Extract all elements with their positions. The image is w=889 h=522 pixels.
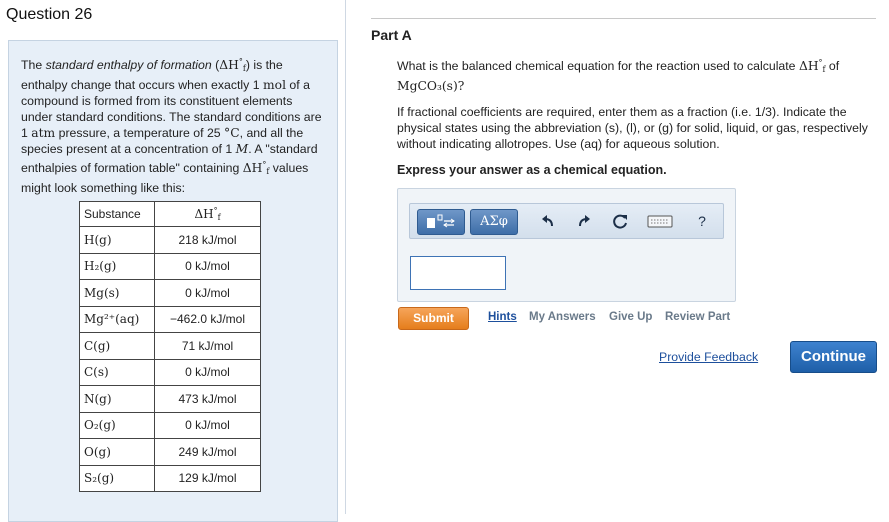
intro-text-1: The <box>21 58 46 72</box>
reset-icon <box>613 214 627 229</box>
question-text: What is the balanced chemical equation f… <box>397 59 799 73</box>
substance-cell: N(g) <box>79 385 155 413</box>
part-question: What is the balanced chemical equation f… <box>397 55 877 94</box>
mol-unit: mol <box>263 78 286 92</box>
question-compound: MgCO₃(s)? <box>397 79 465 93</box>
substance-cell: C(s) <box>79 358 155 386</box>
table-row: S₂(g) 129 kJ/mol <box>79 464 261 492</box>
table-row: N(g) 473 kJ/mol <box>79 385 261 413</box>
table-row: H₂(g) 0 kJ/mol <box>79 252 261 280</box>
redo-icon <box>579 215 590 227</box>
part-instructions: If fractional coefficients are required,… <box>397 105 868 151</box>
value-cell: 0 kJ/mol <box>154 252 261 280</box>
header-delta-h-text: ΔH <box>194 207 214 221</box>
question-title: Question 26 <box>6 6 93 23</box>
delta-h-text: ΔH <box>219 58 239 72</box>
problem-intro-panel: The standard enthalpy of formation (ΔH°f… <box>8 40 338 522</box>
answer-input[interactable] <box>410 256 506 290</box>
table-row: C(g) 71 kJ/mol <box>79 332 261 360</box>
templates-button[interactable] <box>417 209 465 235</box>
value-cell: 473 kJ/mol <box>154 385 261 413</box>
substance-cell: O(g) <box>79 438 155 466</box>
hints-link[interactable]: Hints <box>488 311 517 323</box>
table-row: H(g) 218 kJ/mol <box>79 226 261 254</box>
question-delta-h: ΔH°f <box>798 58 826 74</box>
substance-cell: H₂(g) <box>79 252 155 280</box>
delta-h-symbol-2: ΔH°f <box>242 160 270 176</box>
intro-text-5: pressure, a temperature of 25 <box>55 126 225 140</box>
value-cell: 0 kJ/mol <box>154 411 261 439</box>
table-header-row: Substance ΔH°f <box>79 201 261 227</box>
greek-symbols-button[interactable]: ΑΣφ <box>470 209 518 235</box>
answer-area: ΑΣφ ? <box>397 188 736 302</box>
header-substance: Substance <box>79 201 155 227</box>
part-separator <box>371 18 876 19</box>
equation-toolbar: ΑΣφ ? <box>409 203 724 239</box>
table-row: Mg(s) 0 kJ/mol <box>79 279 261 307</box>
substance-cell: O₂(g) <box>79 411 155 439</box>
panel-divider <box>345 0 346 514</box>
question-delta-text: ΔH <box>798 59 819 73</box>
value-cell: 249 kJ/mol <box>154 438 261 466</box>
substance-cell: C(g) <box>79 332 155 360</box>
give-up-link[interactable]: Give Up <box>609 311 652 323</box>
substance-cell: H(g) <box>79 226 155 254</box>
header-delta-h: ΔH°f <box>154 201 261 227</box>
molarity-unit: M <box>235 142 249 156</box>
continue-button[interactable]: Continue <box>790 341 877 373</box>
enthalpy-table: Substance ΔH°f H(g) 218 kJ/mol H₂(g) 0 kJ/… <box>79 201 261 492</box>
express-instruction: Express your answer as a chemical equati… <box>397 163 667 177</box>
part-title: Part A <box>371 27 412 43</box>
my-answers-link[interactable]: My Answers <box>529 311 596 323</box>
table-row: O(g) 249 kJ/mol <box>79 438 261 466</box>
submit-button[interactable]: Submit <box>398 307 469 330</box>
value-cell: 0 kJ/mol <box>154 279 261 307</box>
intro-text: The standard enthalpy of formation (ΔH°f… <box>21 54 327 196</box>
reset-button[interactable] <box>609 209 631 233</box>
undo-button[interactable] <box>537 209 559 233</box>
help-button[interactable]: ? <box>691 209 713 233</box>
delta-h-symbol: ΔH°f <box>219 57 246 73</box>
intro-term: standard enthalpy of formation <box>45 58 212 72</box>
value-cell: 71 kJ/mol <box>154 332 261 360</box>
keyboard-icon <box>647 215 673 228</box>
table-row: Mg²⁺(aq) −462.0 kJ/mol <box>79 305 261 333</box>
keyboard-button[interactable] <box>645 209 675 233</box>
substance-cell: Mg²⁺(aq) <box>79 305 155 333</box>
header-f: f <box>217 213 221 222</box>
value-cell: 0 kJ/mol <box>154 358 261 386</box>
substance-cell: Mg(s) <box>79 279 155 307</box>
value-cell: −462.0 kJ/mol <box>154 305 261 333</box>
table-row: O₂(g) 0 kJ/mol <box>79 411 261 439</box>
redo-button[interactable] <box>573 209 595 233</box>
value-cell: 218 kJ/mol <box>154 226 261 254</box>
value-cell: 129 kJ/mol <box>154 464 261 492</box>
review-part-link[interactable]: Review Part <box>665 311 730 323</box>
celsius-unit: °C <box>224 126 240 140</box>
atm-unit: atm <box>31 126 56 140</box>
table-row: C(s) 0 kJ/mol <box>79 358 261 386</box>
provide-feedback-link[interactable]: Provide Feedback <box>659 350 758 364</box>
delta-h-text-2: ΔH <box>242 161 263 175</box>
question-of: of <box>825 59 840 73</box>
undo-icon <box>542 215 553 227</box>
substance-cell: S₂(g) <box>79 464 155 492</box>
templates-icon <box>427 214 455 228</box>
